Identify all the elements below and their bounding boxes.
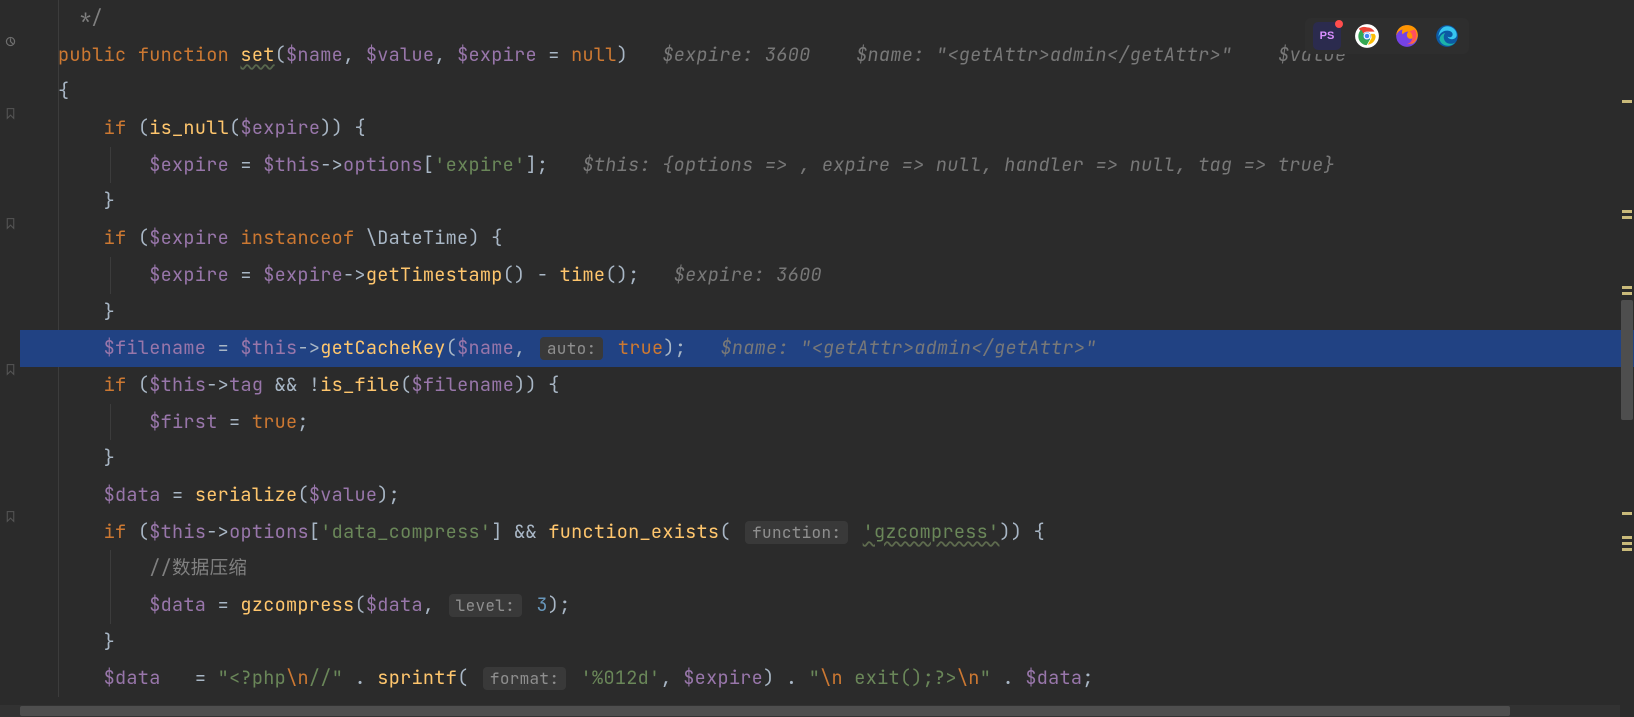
bookmark-icon xyxy=(3,362,17,376)
bookmark-icon xyxy=(3,509,17,523)
edge-icon[interactable] xyxy=(1433,22,1461,50)
code-line[interactable]: } xyxy=(20,440,1634,477)
bookmark-icon xyxy=(3,106,17,120)
code-line[interactable]: $expire = $expire->getTimestamp() - time… xyxy=(20,257,1634,294)
param-hint: format: xyxy=(483,667,566,690)
warning-marker[interactable] xyxy=(1622,542,1632,545)
code-line[interactable]: if ($this->options['data_compress'] && f… xyxy=(20,514,1634,551)
code-line[interactable]: { xyxy=(20,73,1634,110)
param-hint: level: xyxy=(449,594,522,617)
param-hint: auto: xyxy=(540,337,604,360)
inlay-hint: $expire: 3600 xyxy=(674,262,822,287)
warning-marker[interactable] xyxy=(1622,536,1632,539)
warning-marker[interactable] xyxy=(1622,548,1632,551)
code-line[interactable]: $data = serialize($value); xyxy=(20,477,1634,514)
warning-marker[interactable] xyxy=(1622,286,1632,289)
comment-text: //数据压缩 xyxy=(149,555,247,580)
code-line[interactable]: $data = "<?php\n//" . sprintf( format: '… xyxy=(20,660,1634,697)
code-line[interactable]: $expire = $this->options['expire']; $thi… xyxy=(20,147,1634,184)
warning-marker[interactable] xyxy=(1622,100,1632,103)
code-line[interactable]: } xyxy=(20,294,1634,331)
bookmark-icon xyxy=(3,216,17,230)
code-line-highlighted[interactable]: $filename = $this->getCacheKey($name, au… xyxy=(20,330,1634,367)
os-taskbar xyxy=(1305,18,1469,54)
chrome-icon[interactable] xyxy=(1353,22,1381,50)
param-hint: function: xyxy=(745,521,848,544)
firefox-icon[interactable] xyxy=(1393,22,1421,50)
override-icon xyxy=(3,34,17,48)
inlay-hint: $expire: 3600 xyxy=(662,42,810,67)
code-line[interactable]: if (is_null($expire)) { xyxy=(20,110,1634,147)
code-editor[interactable]: */ public function set($name, $value, $e… xyxy=(0,0,1634,717)
inlay-hint: $name: "<getAttr>admin</getAttr>" xyxy=(720,335,1096,360)
phpstorm-icon[interactable] xyxy=(1313,22,1341,50)
code-line[interactable]: } xyxy=(20,183,1634,220)
horizontal-scrollbar[interactable] xyxy=(0,705,1620,717)
inlay-hint: $this: {options => , expire => null, han… xyxy=(582,152,1334,177)
horizontal-scrollbar-thumb[interactable] xyxy=(20,706,1510,716)
gutter xyxy=(0,0,20,717)
warning-marker[interactable] xyxy=(1622,210,1632,213)
code-area[interactable]: */ public function set($name, $value, $e… xyxy=(20,0,1634,717)
warning-marker[interactable] xyxy=(1622,292,1632,295)
vertical-scrollbar-thumb[interactable] xyxy=(1621,300,1633,420)
code-line[interactable]: } xyxy=(20,624,1634,661)
code-line[interactable]: if ($expire instanceof \DateTime) { xyxy=(20,220,1634,257)
code-line[interactable]: $first = true; xyxy=(20,404,1634,441)
code-line[interactable]: if ($this->tag && !is_file($filename)) { xyxy=(20,367,1634,404)
error-stripe[interactable] xyxy=(1620,0,1634,717)
code-line[interactable]: //数据压缩 xyxy=(20,550,1634,587)
comment-text: */ xyxy=(58,5,103,30)
code-line[interactable]: $data = gzcompress($data, level: 3); xyxy=(20,587,1634,624)
warning-marker[interactable] xyxy=(1622,512,1632,515)
inlay-hint: $name: "<getAttr>admin</getAttr>" xyxy=(856,42,1232,67)
warning-marker[interactable] xyxy=(1622,216,1632,219)
